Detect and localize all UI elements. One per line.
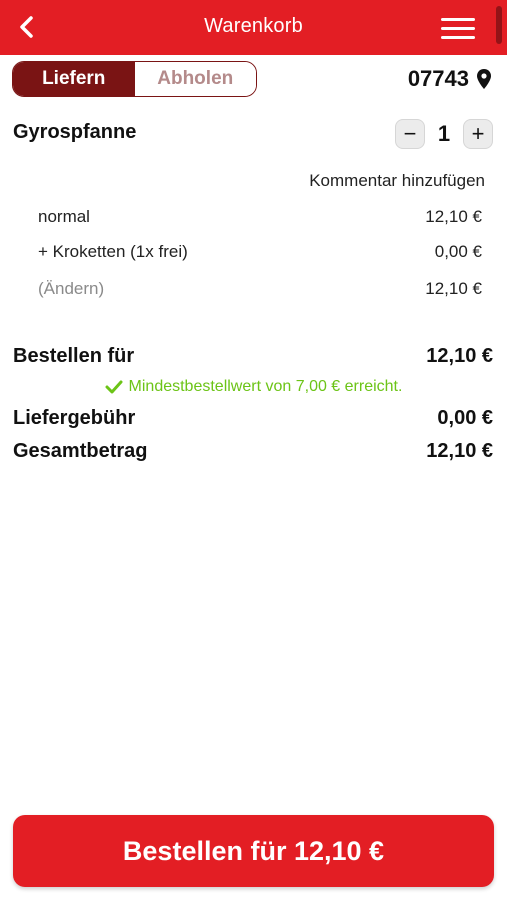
item-line-price: 12,10 € (425, 279, 482, 298)
edit-item-link[interactable]: (Ändern) (38, 279, 104, 299)
page-title: Warenkorb (204, 15, 303, 37)
item-quantity: 1 (437, 121, 451, 146)
add-comment-link[interactable]: Kommentar hinzufügen (309, 171, 485, 191)
delivery-fee-row: Liefergebühr 0,00 € (13, 407, 493, 430)
item-line-label: normal (38, 207, 90, 226)
delivery-fee-value: 0,00 € (437, 407, 493, 429)
toggle-liefern[interactable]: Liefern (13, 62, 135, 96)
order-subtotal-label: Bestellen für (13, 345, 135, 367)
total-value: 12,10 € (426, 440, 493, 462)
location-selector[interactable]: 07743 (408, 64, 491, 94)
delivery-mode-toggle: Liefern Abholen (12, 61, 257, 97)
app-header: Warenkorb (0, 0, 507, 55)
item-line: (Ändern) 12,10 € (38, 279, 482, 299)
scrollbar[interactable] (496, 6, 502, 44)
total-label: Gesamtbetrag (13, 440, 148, 462)
min-order-text: Mindestbestellwert von 7,00 € erreicht. (128, 378, 403, 395)
delivery-fee-label: Liefergebühr (13, 407, 136, 429)
item-line-price: 12,10 € (425, 207, 482, 226)
order-subtotal-value: 12,10 € (426, 345, 493, 367)
decrease-quantity-button[interactable]: − (395, 119, 425, 149)
order-subtotal-row: Bestellen für 12,10 € (13, 345, 493, 368)
toggle-abholen[interactable]: Abholen (134, 62, 256, 96)
item-line: + Kroketten (1x frei) 0,00 € (38, 242, 482, 262)
total-row: Gesamtbetrag 12,10 € (13, 440, 493, 463)
min-order-note: Mindestbestellwert von 7,00 € erreicht. (0, 378, 507, 396)
zip-code: 07743 (407, 66, 469, 91)
item-line: normal 12,10 € (38, 207, 482, 227)
increase-quantity-button[interactable]: + (463, 119, 493, 149)
map-pin-icon (477, 69, 491, 89)
item-name: Gyrospfanne (13, 121, 137, 143)
hamburger-menu-icon[interactable] (441, 15, 477, 41)
checkmark-icon (105, 380, 123, 394)
place-order-button[interactable]: Bestellen für 12,10 € (13, 815, 494, 887)
item-line-label: + Kroketten (1x frei) (38, 242, 188, 261)
item-line-price: 0,00 € (434, 242, 482, 261)
